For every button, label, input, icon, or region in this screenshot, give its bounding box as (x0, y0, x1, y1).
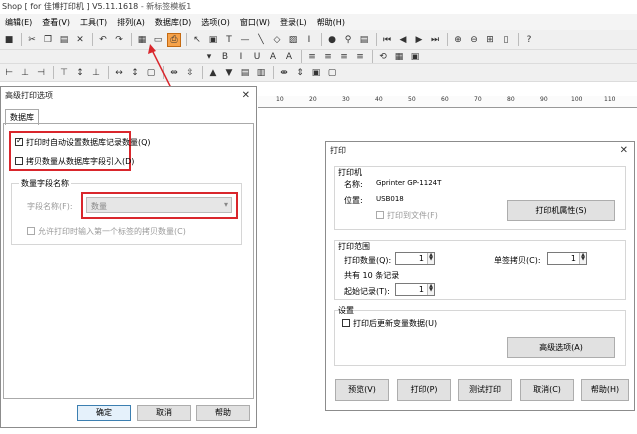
settings-group-label: 设置 (338, 306, 354, 315)
print-button[interactable]: 打印(P) (397, 379, 451, 401)
advanced-dialog-title-bar: 高级打印选项 ✕ (1, 87, 256, 105)
copies-label: 单签拷贝(C): (494, 256, 541, 265)
start-record-stepper[interactable]: 1 ▲ ▼ (395, 283, 435, 296)
print-quantity-stepper[interactable]: 1 ▲ ▼ (395, 252, 435, 265)
copy-from-field-checkbox[interactable] (15, 157, 23, 165)
auto-record-count-label: 打印时自动设置数据库记录数量(Q) (26, 138, 151, 147)
advanced-print-dialog: 高级打印选项 ✕ 数据库 ✓ 打印时自动设置数据库记录数量(Q) 拷贝数量从数据… (0, 86, 257, 428)
close-icon[interactable]: ✕ (620, 142, 628, 160)
printer-group-label: 打印机 (338, 168, 362, 177)
advanced-options-button[interactable]: 高级选项(A) (507, 337, 615, 358)
spin-icon[interactable]: ▲ ▼ (427, 284, 434, 295)
print-dialog-title: 打印 (330, 146, 346, 155)
help-button[interactable]: 帮助(H) (581, 379, 629, 401)
record-total-text: 共有 10 条记录 (344, 271, 400, 280)
close-icon[interactable]: ✕ (242, 87, 250, 105)
auto-record-count-checkbox[interactable]: ✓ (15, 136, 23, 146)
spin-icon[interactable]: ▲ ▼ (579, 253, 586, 264)
ok-button[interactable]: 确定 (77, 405, 131, 421)
spin-icon[interactable]: ▲ ▼ (427, 253, 434, 264)
quantity-field-group-label: 数量字段名称 (19, 178, 71, 189)
cancel-button[interactable]: 取消(C) (520, 379, 574, 401)
field-name-select[interactable]: 数量 ▾ (86, 197, 232, 213)
printer-location-label: 位置: (344, 196, 363, 205)
printer-name-label: 名称: (344, 180, 363, 189)
help-button[interactable]: 帮助 (196, 405, 250, 421)
start-record-label: 起始记录(T): (344, 287, 390, 296)
update-variables-checkbox[interactable] (342, 319, 350, 327)
print-quantity-value: 1 (418, 254, 424, 263)
update-variables-label: 打印后更新变量数据(U) (353, 319, 438, 328)
copy-from-field-label: 拷贝数量从数据库字段引入(D) (26, 157, 135, 166)
printer-properties-button[interactable]: 打印机属性(S) (507, 200, 615, 221)
prompt-copies-checkbox[interactable] (27, 227, 35, 235)
field-name-value: 数量 (91, 202, 107, 211)
print-quantity-label: 打印数量(Q): (344, 256, 392, 265)
copies-value: 1 (570, 254, 576, 263)
print-dialog: 打印 ✕ 打印机 名称: Gprinter GP-1124T 位置: USB01… (325, 141, 635, 411)
printer-name-value: Gprinter GP-1124T (376, 179, 442, 187)
print-to-file-label: 打印到文件(F) (387, 211, 438, 220)
cancel-button[interactable]: 取消 (137, 405, 191, 421)
print-dialog-title-bar: 打印 ✕ (326, 142, 634, 160)
preview-button[interactable]: 预览(V) (335, 379, 389, 401)
chevron-down-icon: ▾ (223, 200, 228, 209)
prompt-copies-label: 允许打印时输入第一个标签的拷贝数量(C) (38, 227, 186, 236)
print-to-file-checkbox[interactable] (376, 211, 384, 219)
copies-stepper[interactable]: 1 ▲ ▼ (547, 252, 587, 265)
start-record-value: 1 (418, 285, 424, 294)
test-print-button[interactable]: 测试打印 (458, 379, 512, 401)
advanced-dialog-title: 高级打印选项 (5, 91, 53, 100)
print-range-group-label: 打印范围 (338, 242, 370, 251)
annotation-arrowhead (148, 44, 156, 54)
field-name-label: 字段名称(F): (27, 202, 73, 211)
printer-location-value: USB018 (376, 195, 404, 203)
